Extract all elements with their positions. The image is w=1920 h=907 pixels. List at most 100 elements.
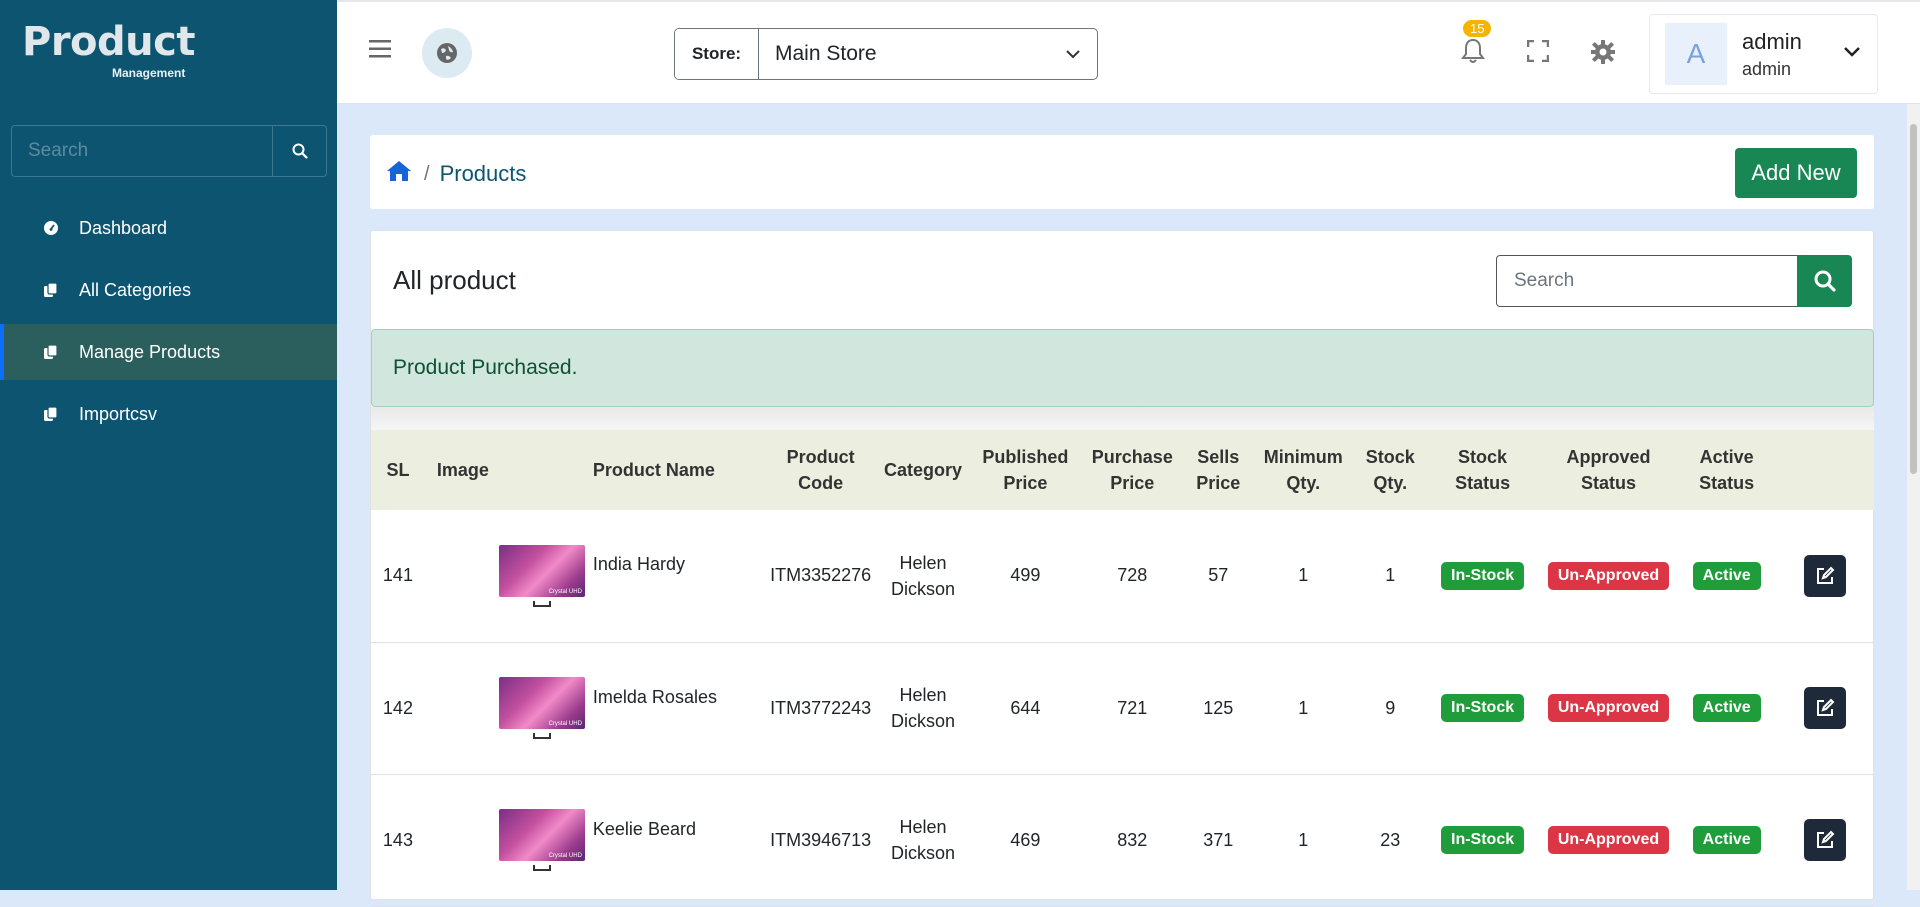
top-header: Store: Main Store 15 A admin admin — [337, 0, 1920, 104]
globe-button[interactable] — [422, 28, 472, 78]
sidebar-search-button[interactable] — [272, 126, 326, 176]
sidebar-item-label: Importcsv — [79, 403, 158, 424]
sidebar-item-label: Manage Products — [79, 341, 221, 362]
cell-sl: 141 — [382, 565, 413, 586]
product-search-button[interactable] — [1797, 255, 1852, 307]
active-status-badge: Active — [1692, 694, 1761, 722]
app-logo[interactable]: Product Management — [22, 19, 195, 80]
cell-stock-qty: 1 — [1385, 565, 1396, 586]
cell-sl: 142 — [382, 697, 413, 718]
cell-action — [1775, 642, 1874, 774]
search-icon — [292, 143, 308, 159]
sidebar-item-label: All Categories — [79, 279, 192, 300]
cell-approved-status: Un-Approved — [1539, 642, 1678, 774]
col-stock-status: Stock Status — [1455, 447, 1511, 493]
table-shadow — [371, 407, 1874, 431]
store-select[interactable]: Main Store — [759, 29, 1097, 79]
cell-published-price: 469 — [1010, 829, 1041, 850]
table-row: 142 Imelda Rosales ITM3772243 Helen Dick… — [371, 642, 1874, 774]
notification-bell-icon[interactable] — [1461, 38, 1485, 69]
product-image — [498, 544, 585, 597]
add-new-button[interactable]: Add New — [1735, 148, 1857, 198]
sidebar-item-importcsv[interactable]: Importcsv — [0, 386, 337, 442]
sidebar-item-label: Dashboard — [79, 217, 168, 238]
cell-stock-qty: 9 — [1385, 697, 1396, 718]
page-title: All product — [393, 265, 516, 295]
sidebar-search-input[interactable]: Search — [12, 126, 272, 176]
sidebar-item-all-categories[interactable]: All Categories — [0, 262, 337, 318]
copy-icon — [42, 281, 60, 299]
cell-active-status: Active — [1678, 774, 1775, 906]
table-header-row: SL Image Product Name Product Code Categ… — [371, 430, 1874, 510]
cell-published-price: 499 — [1010, 565, 1041, 586]
cell-stock-status: In-Stock — [1426, 642, 1539, 774]
cell-product-name: India Hardy — [592, 554, 685, 575]
cell-category: Helen Dickson — [890, 685, 955, 731]
active-status-badge: Active — [1692, 826, 1761, 854]
col-approved-status: Approved Status — [1566, 447, 1651, 493]
edit-icon — [1816, 566, 1835, 584]
breadcrumb-separator: / — [424, 162, 430, 185]
cell-sells-price: 125 — [1203, 697, 1234, 718]
cell-stock-status: In-Stock — [1426, 510, 1539, 642]
approved-status-badge: Un-Approved — [1547, 694, 1670, 722]
edit-icon — [1816, 830, 1835, 848]
scrollbar-thumb[interactable] — [1910, 124, 1917, 474]
table-row: 143 Keelie Beard ITM3946713 Helen Dickso… — [371, 774, 1874, 906]
col-category: Category — [883, 460, 962, 480]
cell-image — [425, 642, 589, 774]
edit-button[interactable] — [1803, 819, 1846, 861]
stock-status-badge: In-Stock — [1441, 826, 1525, 854]
cell-purchase-price: 721 — [1117, 697, 1148, 718]
fullscreen-icon[interactable] — [1526, 39, 1550, 67]
tv-stand — [532, 733, 551, 739]
cell-active-status: Active — [1678, 642, 1775, 774]
cell-product-code: ITM3946713 — [770, 829, 872, 850]
notification-count-badge: 15 — [1463, 20, 1492, 37]
cell-sl: 143 — [382, 829, 413, 850]
breadcrumb-current[interactable]: Products — [440, 161, 527, 187]
sidebar: Product Management Search Dashboard All … — [0, 0, 337, 890]
cell-action — [1775, 510, 1874, 642]
logo-sub-text: Management — [112, 66, 186, 80]
product-image — [498, 809, 585, 861]
page-scrollbar[interactable] — [1907, 104, 1920, 890]
cell-category: Helen Dickson — [890, 552, 955, 599]
product-search-input[interactable]: Search — [1496, 255, 1798, 307]
copy-icon — [42, 405, 60, 423]
cell-published-price: 644 — [1010, 697, 1041, 718]
home-icon[interactable] — [386, 159, 412, 189]
sidebar-item-dashboard[interactable]: Dashboard — [0, 200, 337, 256]
store-value: Main Store — [775, 42, 877, 65]
store-selector[interactable]: Store: Main Store — [674, 28, 1098, 80]
cell-sells-price: 371 — [1203, 829, 1234, 850]
cell-sells-price: 57 — [1208, 565, 1229, 586]
cell-product-name: Imelda Rosales — [592, 686, 717, 707]
copy-icon — [42, 343, 60, 361]
user-menu[interactable]: A admin admin — [1649, 14, 1878, 94]
chevron-down-icon — [1066, 50, 1080, 59]
edit-button[interactable] — [1803, 554, 1846, 597]
sidebar-nav: Dashboard All Categories Manage Products… — [0, 200, 337, 448]
search-icon — [1814, 270, 1836, 292]
cell-purchase-price: 832 — [1117, 829, 1148, 850]
product-image — [498, 677, 585, 729]
edit-button[interactable] — [1803, 687, 1846, 729]
user-role: admin — [1742, 58, 1792, 79]
user-name: admin — [1742, 28, 1802, 54]
col-published-price: Published Price — [982, 447, 1069, 493]
breadcrumb: / Products — [386, 159, 526, 189]
hamburger-menu-icon[interactable] — [369, 40, 391, 63]
cell-action — [1775, 774, 1874, 906]
sidebar-item-manage-products[interactable]: Manage Products — [0, 324, 337, 380]
logo-main-text: Product — [22, 19, 195, 65]
breadcrumb-card: / Products Add New — [370, 135, 1874, 209]
avatar: A — [1665, 23, 1727, 85]
col-product-code: Product Code — [786, 447, 855, 493]
cell-approved-status: Un-Approved — [1539, 774, 1678, 906]
settings-gear-icon[interactable] — [1590, 39, 1616, 70]
tv-stand — [532, 865, 551, 871]
cell-stock-qty: 23 — [1380, 829, 1401, 850]
approved-status-badge: Un-Approved — [1547, 826, 1670, 854]
tv-stand — [532, 600, 551, 607]
